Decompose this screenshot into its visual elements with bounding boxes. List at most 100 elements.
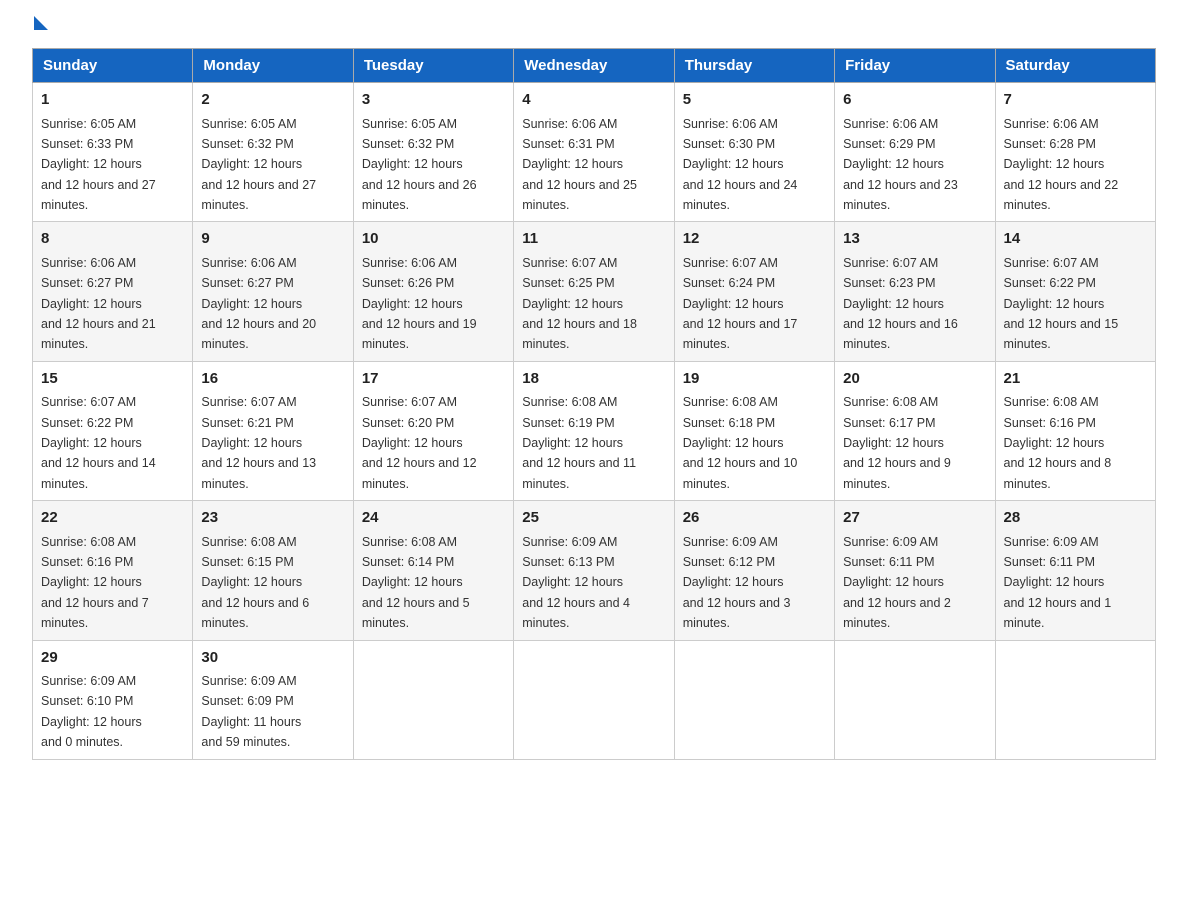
logo <box>32 24 48 26</box>
day-number: 30 <box>201 647 344 670</box>
day-number: 11 <box>522 228 665 251</box>
day-number: 28 <box>1004 507 1147 530</box>
day-info: Sunrise: 6:05 AMSunset: 6:33 PMDaylight:… <box>41 117 156 213</box>
day-info: Sunrise: 6:09 AMSunset: 6:11 PMDaylight:… <box>843 535 951 631</box>
day-info: Sunrise: 6:06 AMSunset: 6:29 PMDaylight:… <box>843 117 958 213</box>
calendar-cell <box>353 640 513 759</box>
day-number: 16 <box>201 368 344 391</box>
day-number: 19 <box>683 368 826 391</box>
calendar-cell: 9 Sunrise: 6:06 AMSunset: 6:27 PMDayligh… <box>193 222 353 361</box>
day-number: 4 <box>522 89 665 112</box>
day-number: 2 <box>201 89 344 112</box>
day-number: 26 <box>683 507 826 530</box>
day-info: Sunrise: 6:06 AMSunset: 6:31 PMDaylight:… <box>522 117 637 213</box>
day-info: Sunrise: 6:07 AMSunset: 6:25 PMDaylight:… <box>522 256 637 352</box>
day-number: 17 <box>362 368 505 391</box>
calendar-header-row: SundayMondayTuesdayWednesdayThursdayFrid… <box>33 49 1156 83</box>
header-sunday: Sunday <box>33 49 193 83</box>
calendar-week-row: 1 Sunrise: 6:05 AMSunset: 6:33 PMDayligh… <box>33 83 1156 222</box>
calendar-cell: 11 Sunrise: 6:07 AMSunset: 6:25 PMDaylig… <box>514 222 674 361</box>
day-number: 20 <box>843 368 986 391</box>
day-number: 10 <box>362 228 505 251</box>
header-monday: Monday <box>193 49 353 83</box>
day-info: Sunrise: 6:08 AMSunset: 6:14 PMDaylight:… <box>362 535 470 631</box>
calendar-cell: 23 Sunrise: 6:08 AMSunset: 6:15 PMDaylig… <box>193 501 353 640</box>
day-info: Sunrise: 6:08 AMSunset: 6:19 PMDaylight:… <box>522 395 636 491</box>
calendar-cell: 4 Sunrise: 6:06 AMSunset: 6:31 PMDayligh… <box>514 83 674 222</box>
header-thursday: Thursday <box>674 49 834 83</box>
day-info: Sunrise: 6:08 AMSunset: 6:16 PMDaylight:… <box>41 535 149 631</box>
calendar-cell: 14 Sunrise: 6:07 AMSunset: 6:22 PMDaylig… <box>995 222 1155 361</box>
calendar-cell: 3 Sunrise: 6:05 AMSunset: 6:32 PMDayligh… <box>353 83 513 222</box>
day-number: 21 <box>1004 368 1147 391</box>
day-number: 7 <box>1004 89 1147 112</box>
day-info: Sunrise: 6:08 AMSunset: 6:18 PMDaylight:… <box>683 395 798 491</box>
calendar-cell: 26 Sunrise: 6:09 AMSunset: 6:12 PMDaylig… <box>674 501 834 640</box>
calendar-cell: 25 Sunrise: 6:09 AMSunset: 6:13 PMDaylig… <box>514 501 674 640</box>
calendar-week-row: 29 Sunrise: 6:09 AMSunset: 6:10 PMDaylig… <box>33 640 1156 759</box>
day-info: Sunrise: 6:08 AMSunset: 6:17 PMDaylight:… <box>843 395 951 491</box>
calendar-cell: 16 Sunrise: 6:07 AMSunset: 6:21 PMDaylig… <box>193 361 353 500</box>
day-number: 14 <box>1004 228 1147 251</box>
day-info: Sunrise: 6:07 AMSunset: 6:24 PMDaylight:… <box>683 256 798 352</box>
calendar-cell: 27 Sunrise: 6:09 AMSunset: 6:11 PMDaylig… <box>835 501 995 640</box>
calendar-cell: 13 Sunrise: 6:07 AMSunset: 6:23 PMDaylig… <box>835 222 995 361</box>
header-friday: Friday <box>835 49 995 83</box>
calendar-cell: 8 Sunrise: 6:06 AMSunset: 6:27 PMDayligh… <box>33 222 193 361</box>
calendar-cell: 19 Sunrise: 6:08 AMSunset: 6:18 PMDaylig… <box>674 361 834 500</box>
calendar-cell: 10 Sunrise: 6:06 AMSunset: 6:26 PMDaylig… <box>353 222 513 361</box>
header-tuesday: Tuesday <box>353 49 513 83</box>
day-info: Sunrise: 6:09 AMSunset: 6:09 PMDaylight:… <box>201 674 301 749</box>
page-header <box>32 24 1156 28</box>
day-number: 29 <box>41 647 184 670</box>
day-number: 12 <box>683 228 826 251</box>
day-info: Sunrise: 6:07 AMSunset: 6:21 PMDaylight:… <box>201 395 316 491</box>
day-info: Sunrise: 6:07 AMSunset: 6:23 PMDaylight:… <box>843 256 958 352</box>
calendar-week-row: 8 Sunrise: 6:06 AMSunset: 6:27 PMDayligh… <box>33 222 1156 361</box>
day-info: Sunrise: 6:06 AMSunset: 6:30 PMDaylight:… <box>683 117 798 213</box>
day-info: Sunrise: 6:06 AMSunset: 6:27 PMDaylight:… <box>201 256 316 352</box>
day-number: 15 <box>41 368 184 391</box>
header-saturday: Saturday <box>995 49 1155 83</box>
day-number: 6 <box>843 89 986 112</box>
calendar-cell: 12 Sunrise: 6:07 AMSunset: 6:24 PMDaylig… <box>674 222 834 361</box>
header-wednesday: Wednesday <box>514 49 674 83</box>
day-number: 24 <box>362 507 505 530</box>
calendar-table: SundayMondayTuesdayWednesdayThursdayFrid… <box>32 48 1156 760</box>
calendar-cell: 29 Sunrise: 6:09 AMSunset: 6:10 PMDaylig… <box>33 640 193 759</box>
day-info: Sunrise: 6:07 AMSunset: 6:22 PMDaylight:… <box>1004 256 1119 352</box>
day-info: Sunrise: 6:08 AMSunset: 6:16 PMDaylight:… <box>1004 395 1112 491</box>
day-info: Sunrise: 6:07 AMSunset: 6:22 PMDaylight:… <box>41 395 156 491</box>
calendar-cell <box>514 640 674 759</box>
calendar-cell: 30 Sunrise: 6:09 AMSunset: 6:09 PMDaylig… <box>193 640 353 759</box>
day-info: Sunrise: 6:05 AMSunset: 6:32 PMDaylight:… <box>201 117 316 213</box>
calendar-cell: 2 Sunrise: 6:05 AMSunset: 6:32 PMDayligh… <box>193 83 353 222</box>
day-info: Sunrise: 6:09 AMSunset: 6:11 PMDaylight:… <box>1004 535 1112 631</box>
calendar-cell: 18 Sunrise: 6:08 AMSunset: 6:19 PMDaylig… <box>514 361 674 500</box>
calendar-week-row: 22 Sunrise: 6:08 AMSunset: 6:16 PMDaylig… <box>33 501 1156 640</box>
calendar-cell <box>835 640 995 759</box>
day-number: 22 <box>41 507 184 530</box>
day-info: Sunrise: 6:06 AMSunset: 6:26 PMDaylight:… <box>362 256 477 352</box>
day-info: Sunrise: 6:07 AMSunset: 6:20 PMDaylight:… <box>362 395 477 491</box>
calendar-cell <box>995 640 1155 759</box>
day-info: Sunrise: 6:09 AMSunset: 6:12 PMDaylight:… <box>683 535 791 631</box>
day-number: 5 <box>683 89 826 112</box>
calendar-cell: 22 Sunrise: 6:08 AMSunset: 6:16 PMDaylig… <box>33 501 193 640</box>
calendar-cell: 1 Sunrise: 6:05 AMSunset: 6:33 PMDayligh… <box>33 83 193 222</box>
calendar-cell: 15 Sunrise: 6:07 AMSunset: 6:22 PMDaylig… <box>33 361 193 500</box>
day-info: Sunrise: 6:06 AMSunset: 6:27 PMDaylight:… <box>41 256 156 352</box>
calendar-cell: 17 Sunrise: 6:07 AMSunset: 6:20 PMDaylig… <box>353 361 513 500</box>
day-number: 3 <box>362 89 505 112</box>
day-number: 27 <box>843 507 986 530</box>
calendar-cell: 7 Sunrise: 6:06 AMSunset: 6:28 PMDayligh… <box>995 83 1155 222</box>
day-number: 18 <box>522 368 665 391</box>
calendar-cell: 28 Sunrise: 6:09 AMSunset: 6:11 PMDaylig… <box>995 501 1155 640</box>
day-number: 25 <box>522 507 665 530</box>
calendar-cell: 24 Sunrise: 6:08 AMSunset: 6:14 PMDaylig… <box>353 501 513 640</box>
day-number: 8 <box>41 228 184 251</box>
day-number: 23 <box>201 507 344 530</box>
day-number: 1 <box>41 89 184 112</box>
logo-triangle-icon <box>34 16 48 30</box>
day-number: 9 <box>201 228 344 251</box>
